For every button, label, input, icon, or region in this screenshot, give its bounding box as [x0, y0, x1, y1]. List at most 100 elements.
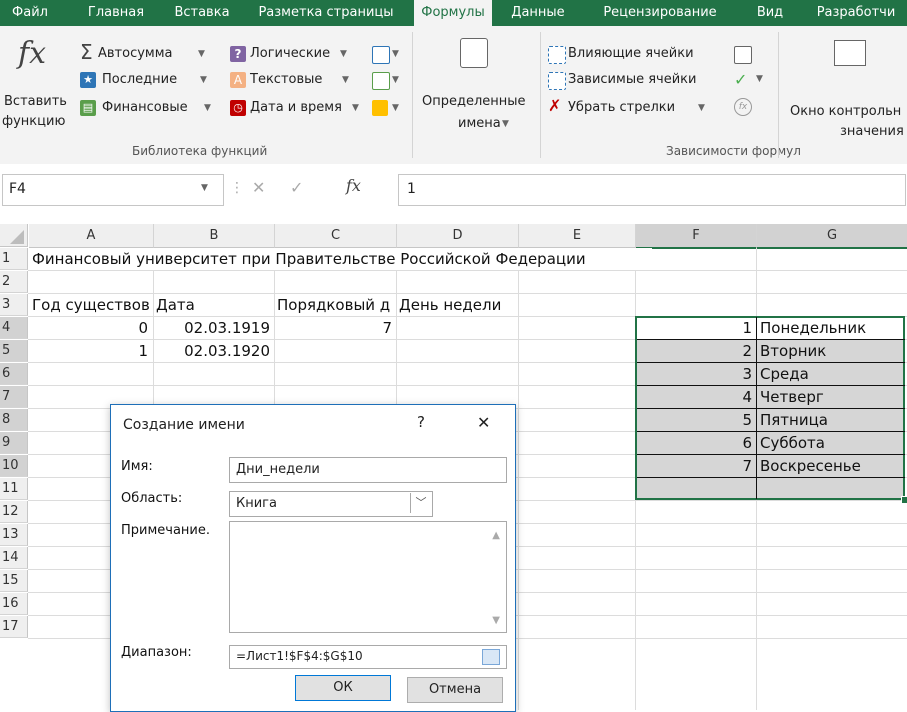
ok-button[interactable]: ОК: [295, 675, 391, 701]
autosum-button[interactable]: Σ Автосумма ▼: [78, 40, 238, 66]
cell-a5[interactable]: 1: [30, 340, 148, 362]
tab-file[interactable]: Файл: [0, 0, 60, 26]
row-header[interactable]: 15: [0, 570, 28, 592]
trace-precedents-button[interactable]: Влияющие ячейки: [546, 44, 736, 66]
column-header-a[interactable]: A: [29, 224, 154, 248]
scroll-down-icon[interactable]: ▼: [492, 615, 500, 626]
lookup-functions-button[interactable]: ▼: [370, 44, 400, 66]
cell-b5[interactable]: 02.03.1920: [154, 340, 270, 362]
chevron-down-icon[interactable]: ▼: [201, 183, 208, 193]
dialog-title: Создание имени: [123, 417, 245, 433]
evaluate-formula-icon[interactable]: fx: [734, 98, 752, 116]
tab-insert[interactable]: Вставка: [166, 0, 238, 26]
financial-functions-button[interactable]: ▤ Финансовые ▼: [78, 98, 238, 120]
cell-a1[interactable]: Финансовый университет при Правительстве…: [32, 248, 652, 270]
cell-b4[interactable]: 02.03.1919: [154, 317, 270, 339]
row-header[interactable]: 12: [0, 501, 28, 523]
row-header[interactable]: 5: [0, 340, 28, 362]
cell-g10[interactable]: Воскресенье: [760, 455, 904, 477]
row-header[interactable]: 7: [0, 386, 28, 408]
insert-function-button[interactable]: fx Вставить функцию: [0, 32, 70, 142]
cell-f5[interactable]: 2: [636, 340, 752, 362]
column-header-c[interactable]: C: [275, 224, 397, 248]
cell-f10[interactable]: 7: [636, 455, 752, 477]
cancel-button[interactable]: Отмена: [407, 677, 503, 703]
cell-g7[interactable]: Четверг: [760, 386, 904, 408]
row-header[interactable]: 2: [0, 271, 28, 293]
row-header[interactable]: 16: [0, 593, 28, 615]
chevron-down-icon[interactable]: ﹀: [410, 493, 431, 513]
tab-page-layout[interactable]: Разметка страницы: [252, 0, 400, 26]
more-functions-button[interactable]: ▼: [370, 98, 400, 120]
cell-a4[interactable]: 0: [30, 317, 148, 339]
close-icon[interactable]: ✕: [477, 413, 490, 432]
row-header[interactable]: 1: [0, 248, 28, 270]
insert-function-icon[interactable]: fx: [346, 176, 361, 195]
math-functions-button[interactable]: ▼: [370, 70, 400, 92]
datetime-functions-button[interactable]: ◷ Дата и время ▼: [228, 98, 388, 120]
trace-dependents-button[interactable]: Зависимые ячейки: [546, 70, 736, 92]
cell-c3[interactable]: Порядковый д: [277, 294, 396, 316]
row-header[interactable]: 17: [0, 616, 28, 638]
cell-b3[interactable]: Дата: [156, 294, 274, 316]
column-header-b[interactable]: B: [154, 224, 275, 248]
name-field[interactable]: Дни_недели: [229, 457, 507, 483]
column-header-f[interactable]: F: [636, 224, 757, 249]
tab-formulas[interactable]: Формулы: [414, 0, 492, 26]
row-header[interactable]: 9: [0, 432, 28, 454]
cell-g6[interactable]: Среда: [760, 363, 904, 385]
cell-f6[interactable]: 3: [636, 363, 752, 385]
cell-a3[interactable]: Год существов: [32, 294, 152, 316]
remove-arrows-button[interactable]: ✗ Убрать стрелки ▼: [546, 96, 736, 120]
tab-data[interactable]: Данные: [504, 0, 572, 26]
cell-c4[interactable]: 7: [275, 317, 392, 339]
row-header[interactable]: 4: [0, 317, 28, 339]
row-header[interactable]: 11: [0, 478, 28, 500]
tab-review[interactable]: Рецензирование: [586, 0, 734, 26]
cell-g9[interactable]: Суббота: [760, 432, 904, 454]
help-button[interactable]: ?: [417, 413, 425, 431]
row-header[interactable]: 6: [0, 363, 28, 385]
cell-g8[interactable]: Пятница: [760, 409, 904, 431]
error-checking-icon[interactable]: ✓: [734, 70, 747, 89]
cell-f7[interactable]: 4: [636, 386, 752, 408]
show-formulas-icon[interactable]: [734, 46, 752, 64]
tab-developer[interactable]: Разработчи: [806, 0, 906, 26]
logical-functions-button[interactable]: ? Логические ▼: [228, 44, 368, 66]
cell-f9[interactable]: 6: [636, 432, 752, 454]
tab-home[interactable]: Главная: [80, 0, 152, 26]
row-header[interactable]: 3: [0, 294, 28, 316]
fill-handle[interactable]: [901, 496, 907, 504]
range-field[interactable]: =Лист1!$F$4:$G$10: [229, 645, 507, 669]
cell-g5[interactable]: Вторник: [760, 340, 904, 362]
column-header-g[interactable]: G: [757, 224, 907, 249]
tab-view[interactable]: Вид: [750, 0, 790, 26]
cell-f8[interactable]: 5: [636, 409, 752, 431]
recent-functions-button[interactable]: ★ Последние ▼: [78, 70, 238, 92]
cell-g4[interactable]: Понедельник: [760, 317, 904, 339]
column-header-e[interactable]: E: [519, 224, 636, 248]
cancel-entry-icon[interactable]: ✕: [252, 178, 265, 197]
formula-value: 1: [407, 181, 416, 197]
row-header[interactable]: 8: [0, 409, 28, 431]
scope-select[interactable]: Книга ﹀: [229, 491, 433, 517]
text-functions-button[interactable]: A Текстовые ▼: [228, 70, 368, 92]
select-all-corner[interactable]: [0, 224, 28, 247]
ledger-icon: ▤: [80, 100, 96, 116]
row-header[interactable]: 13: [0, 524, 28, 546]
drag-handle[interactable]: ⋮: [230, 180, 244, 196]
row-header[interactable]: 10: [0, 455, 28, 477]
defined-names-button[interactable]: Определенные имена ▼: [416, 32, 534, 142]
row-header[interactable]: 14: [0, 547, 28, 569]
name-box[interactable]: F4 ▼: [2, 174, 224, 206]
scroll-up-icon[interactable]: ▲: [492, 530, 500, 541]
comment-textarea[interactable]: ▲ ▼: [229, 521, 507, 633]
cell-d3[interactable]: День недели: [399, 294, 517, 316]
column-header-d[interactable]: D: [397, 224, 519, 248]
watch-window-button[interactable]: Окно контрольн значения: [782, 32, 907, 142]
trace-dependents-icon: [548, 72, 566, 90]
confirm-entry-icon[interactable]: ✓: [290, 178, 303, 197]
collapse-dialog-icon[interactable]: [482, 649, 500, 665]
cell-f4[interactable]: 1: [636, 317, 752, 339]
formula-input[interactable]: 1: [398, 174, 906, 206]
